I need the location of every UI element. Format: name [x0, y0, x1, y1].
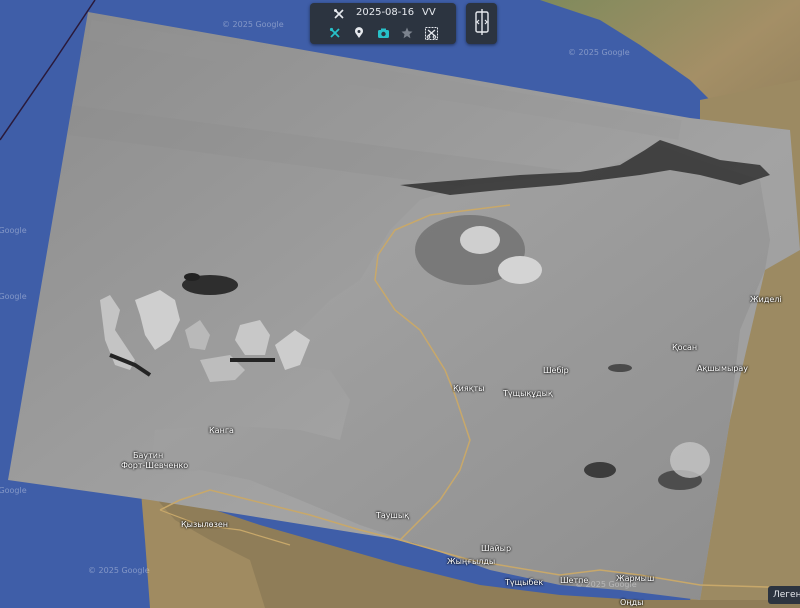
- place-label: Жиделі: [750, 295, 782, 304]
- polarization-label[interactable]: VV: [422, 7, 436, 18]
- split-view-button[interactable]: [466, 3, 497, 44]
- watermark: © 2025 Google: [568, 48, 630, 57]
- scissors-icon[interactable]: [420, 24, 442, 42]
- place-label: Ақшымырау: [697, 364, 749, 373]
- place-label: Жыңғылды: [447, 557, 496, 566]
- place-label: Оңды: [620, 598, 644, 607]
- place-label: Қосан: [672, 343, 698, 352]
- toolbar-header: 2025-08-16 VV: [310, 5, 456, 21]
- place-label: Баутин: [133, 451, 164, 460]
- place-label: Қияқты: [453, 384, 485, 393]
- place-label: Жармыш: [616, 574, 655, 583]
- legend-button[interactable]: Легенда: [768, 586, 800, 604]
- tools-icon[interactable]: [328, 5, 350, 23]
- toolbar-actions: [310, 24, 456, 42]
- place-label: Қызылөзен: [181, 520, 228, 529]
- place-label: Шебір: [543, 366, 569, 375]
- place-label: Таушық: [376, 511, 409, 520]
- place-label: Шайыр: [481, 544, 512, 553]
- watermark: © 2025 Google: [222, 20, 284, 29]
- legend-label: Легенда: [773, 590, 800, 600]
- star-icon[interactable]: [396, 24, 418, 42]
- image-toolbar: 2025-08-16 VV: [310, 3, 456, 44]
- place-label: Түщықұдық: [503, 389, 553, 398]
- place-label: Форт-Шевченко: [121, 461, 189, 470]
- pin-icon[interactable]: [348, 24, 370, 42]
- image-date[interactable]: 2025-08-16: [356, 7, 414, 18]
- tools-active-icon[interactable]: [324, 24, 346, 42]
- watermark: © 2025 Google: [0, 292, 27, 301]
- watermark: © 2025 Google: [88, 566, 150, 575]
- split-view-icon: [474, 8, 490, 39]
- place-label: Шетпе: [560, 576, 589, 585]
- place-label: Түщыбек: [505, 578, 544, 587]
- camera-icon[interactable]: [372, 24, 394, 42]
- watermark: © 2025 Google: [0, 486, 27, 495]
- place-label: Канга: [209, 426, 234, 435]
- watermark: © 2025 Google: [0, 226, 27, 235]
